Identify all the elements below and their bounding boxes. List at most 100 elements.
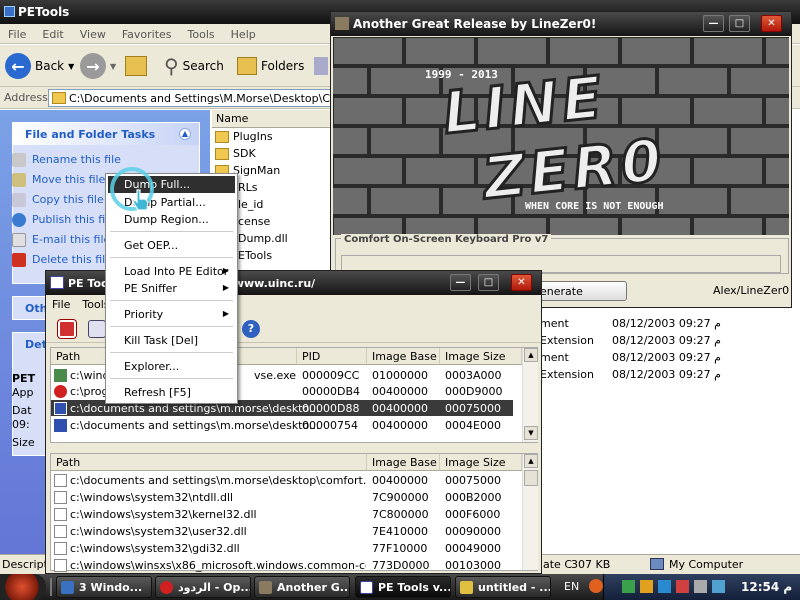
forward-arrow-icon: → [80,53,106,79]
menu-item-priority[interactable]: Priority ▶ [108,306,235,323]
scroll-thumb[interactable] [524,470,538,486]
menu-view[interactable]: View [72,24,114,41]
minimize-button[interactable]: — [450,274,471,291]
generate-button[interactable]: enerate [531,281,627,301]
tray-app-icon[interactable] [676,580,689,593]
menu-item-dump-region[interactable]: Dump Region... [108,211,235,228]
clock[interactable]: 12:54 م [741,580,792,594]
task-publish-file[interactable]: Publish this file [12,213,115,227]
module-row[interactable]: c:\documents and settings\m.morse\deskto… [54,473,524,489]
tray-app-icon[interactable] [712,580,725,593]
file-folder-tasks-header[interactable]: File and Folder Tasks ▲ [13,123,199,145]
scroll-up-icon[interactable]: ▲ [524,348,538,362]
power-icon[interactable] [58,320,76,338]
tray-app-icon[interactable] [640,580,653,593]
collapse-icon[interactable]: ▲ [179,128,191,140]
maximize-button[interactable]: □ [729,15,750,32]
search-icon: ⚲ [164,54,179,78]
module-row[interactable]: c:\windows\system32\ntdll.dll 7C900000 0… [54,490,524,506]
scroll-up-icon[interactable]: ▲ [524,454,538,468]
views-button[interactable] [314,51,328,81]
keygen-banner: 1999 - 2013 LINE ZER0 WHEN CORE IS NOT E… [333,37,789,235]
generate-label: enerate [540,285,583,298]
task-opera[interactable]: الردود - Op... [155,576,251,598]
menu-item-explorer[interactable]: Explorer... [108,358,235,375]
maximize-button[interactable]: □ [478,274,499,291]
language-indicator[interactable]: EN [564,580,579,593]
file-item[interactable]: PlugIns [215,130,273,143]
task-label: Delete this file [32,253,112,266]
file-item[interactable]: Dump.dll [238,232,288,245]
file-item[interactable]: SDK [215,147,256,160]
search-button[interactable]: ⚲ Search [164,51,224,81]
close-button[interactable]: ✕ [511,274,532,291]
menu-item-get-oep[interactable]: Get OEP... [108,237,235,254]
module-size-header[interactable]: Image Size [440,454,522,471]
address-input[interactable]: C:\Documents and Settings\M.Morse\Deskto… [48,89,338,107]
name-column-header[interactable]: Name [212,110,332,128]
rename-icon [12,153,26,167]
menu-item-label: PE Sniffer [124,282,177,295]
tray-shield-icon[interactable] [658,580,671,593]
menu-item-pe-sniffer[interactable]: PE Sniffer ▶ [108,280,235,297]
task-email-file[interactable]: E-mail this file [12,233,110,247]
detail-type: Extension [540,368,595,381]
task-copy-file[interactable]: Copy this file [12,193,104,207]
menu-file[interactable]: File [46,295,76,311]
module-base-header[interactable]: Image Base [367,454,440,471]
task-petools[interactable]: PE Tools v... [355,576,451,598]
menu-item-load-pe-editor[interactable]: Load Into PE Editor ▶ [108,263,235,280]
task-windows-explorer[interactable]: 3 Windo... [56,576,152,598]
editor-icon[interactable] [88,320,106,338]
process-base-header[interactable]: Image Base [367,348,440,365]
menu-item-refresh[interactable]: Refresh [F5] [108,384,235,401]
task-paint[interactable]: untitled - ... [455,576,551,598]
process-base: 00400000 [372,385,428,398]
folders-button[interactable]: Folders [237,51,304,81]
tray-expand-icon[interactable] [589,579,603,593]
file-item[interactable]: ETools [238,249,272,262]
scroll-down-icon[interactable]: ▼ [524,426,538,440]
process-size-header[interactable]: Image Size [440,348,522,365]
minimize-button[interactable]: — [703,15,724,32]
process-pid-header[interactable]: PID [297,348,367,365]
task-rename-file[interactable]: Rename this file [12,153,121,167]
menu-tools[interactable]: Tools [180,24,223,41]
detail-row[interactable]: Extension 08/12/2003 09:27 م [540,334,721,347]
process-scrollbar[interactable]: ▲ ▼ [522,348,538,442]
help-icon[interactable]: ? [242,320,260,338]
menu-edit[interactable]: Edit [34,24,71,41]
file-item[interactable]: cense [238,215,270,228]
forward-button[interactable]: → ▼ [80,51,116,81]
module-row[interactable]: c:\windows\system32\kernel32.dll 7C80000… [54,507,524,523]
menu-help[interactable]: Help [223,24,264,41]
module-scrollbar[interactable]: ▲ [522,454,538,570]
menu-file[interactable]: File [0,24,34,41]
module-path-header[interactable]: Path [51,454,367,471]
folder-icon [52,92,66,104]
task-move-file[interactable]: Move this file [12,173,105,187]
back-button[interactable]: ← Back ▼ [5,51,74,81]
keygen-title-bar[interactable]: Another Great Release by LineZer0! — □ ✕ [331,12,791,36]
module-row[interactable]: c:\windows\system32\user32.dll 7E410000 … [54,524,524,540]
file-item[interactable]: RLs [238,181,258,194]
task-delete-file[interactable]: Delete this file [12,253,112,267]
module-path: c:\documents and settings\m.morse\deskto… [70,474,366,487]
module-row[interactable]: c:\windows\winsxs\x86_microsoft.windows.… [54,558,524,572]
task-keygen[interactable]: Another G... [254,576,350,598]
menu-item-kill-task[interactable]: Kill Task [Del] [108,332,235,349]
network-icon[interactable] [622,580,635,593]
detail-row[interactable]: ment 08/12/2003 09:27 م [540,317,721,330]
process-row[interactable]: c:\documents and settings\m.morse\deskto… [54,418,524,434]
volume-icon[interactable] [694,580,707,593]
file-item[interactable]: le_id [238,198,263,211]
up-folder-button[interactable] [125,51,147,81]
module-row[interactable]: c:\windows\system32\gdi32.dll 77F10000 0… [54,541,524,557]
menu-separator [110,352,233,353]
close-button[interactable]: ✕ [761,15,782,32]
detail-row[interactable]: ment 08/12/2003 09:27 م [540,351,721,364]
delete-icon [12,253,26,267]
start-button[interactable] [0,574,46,600]
detail-row[interactable]: Extension 08/12/2003 09:27 م [540,368,721,381]
menu-favorites[interactable]: Favorites [114,24,180,41]
